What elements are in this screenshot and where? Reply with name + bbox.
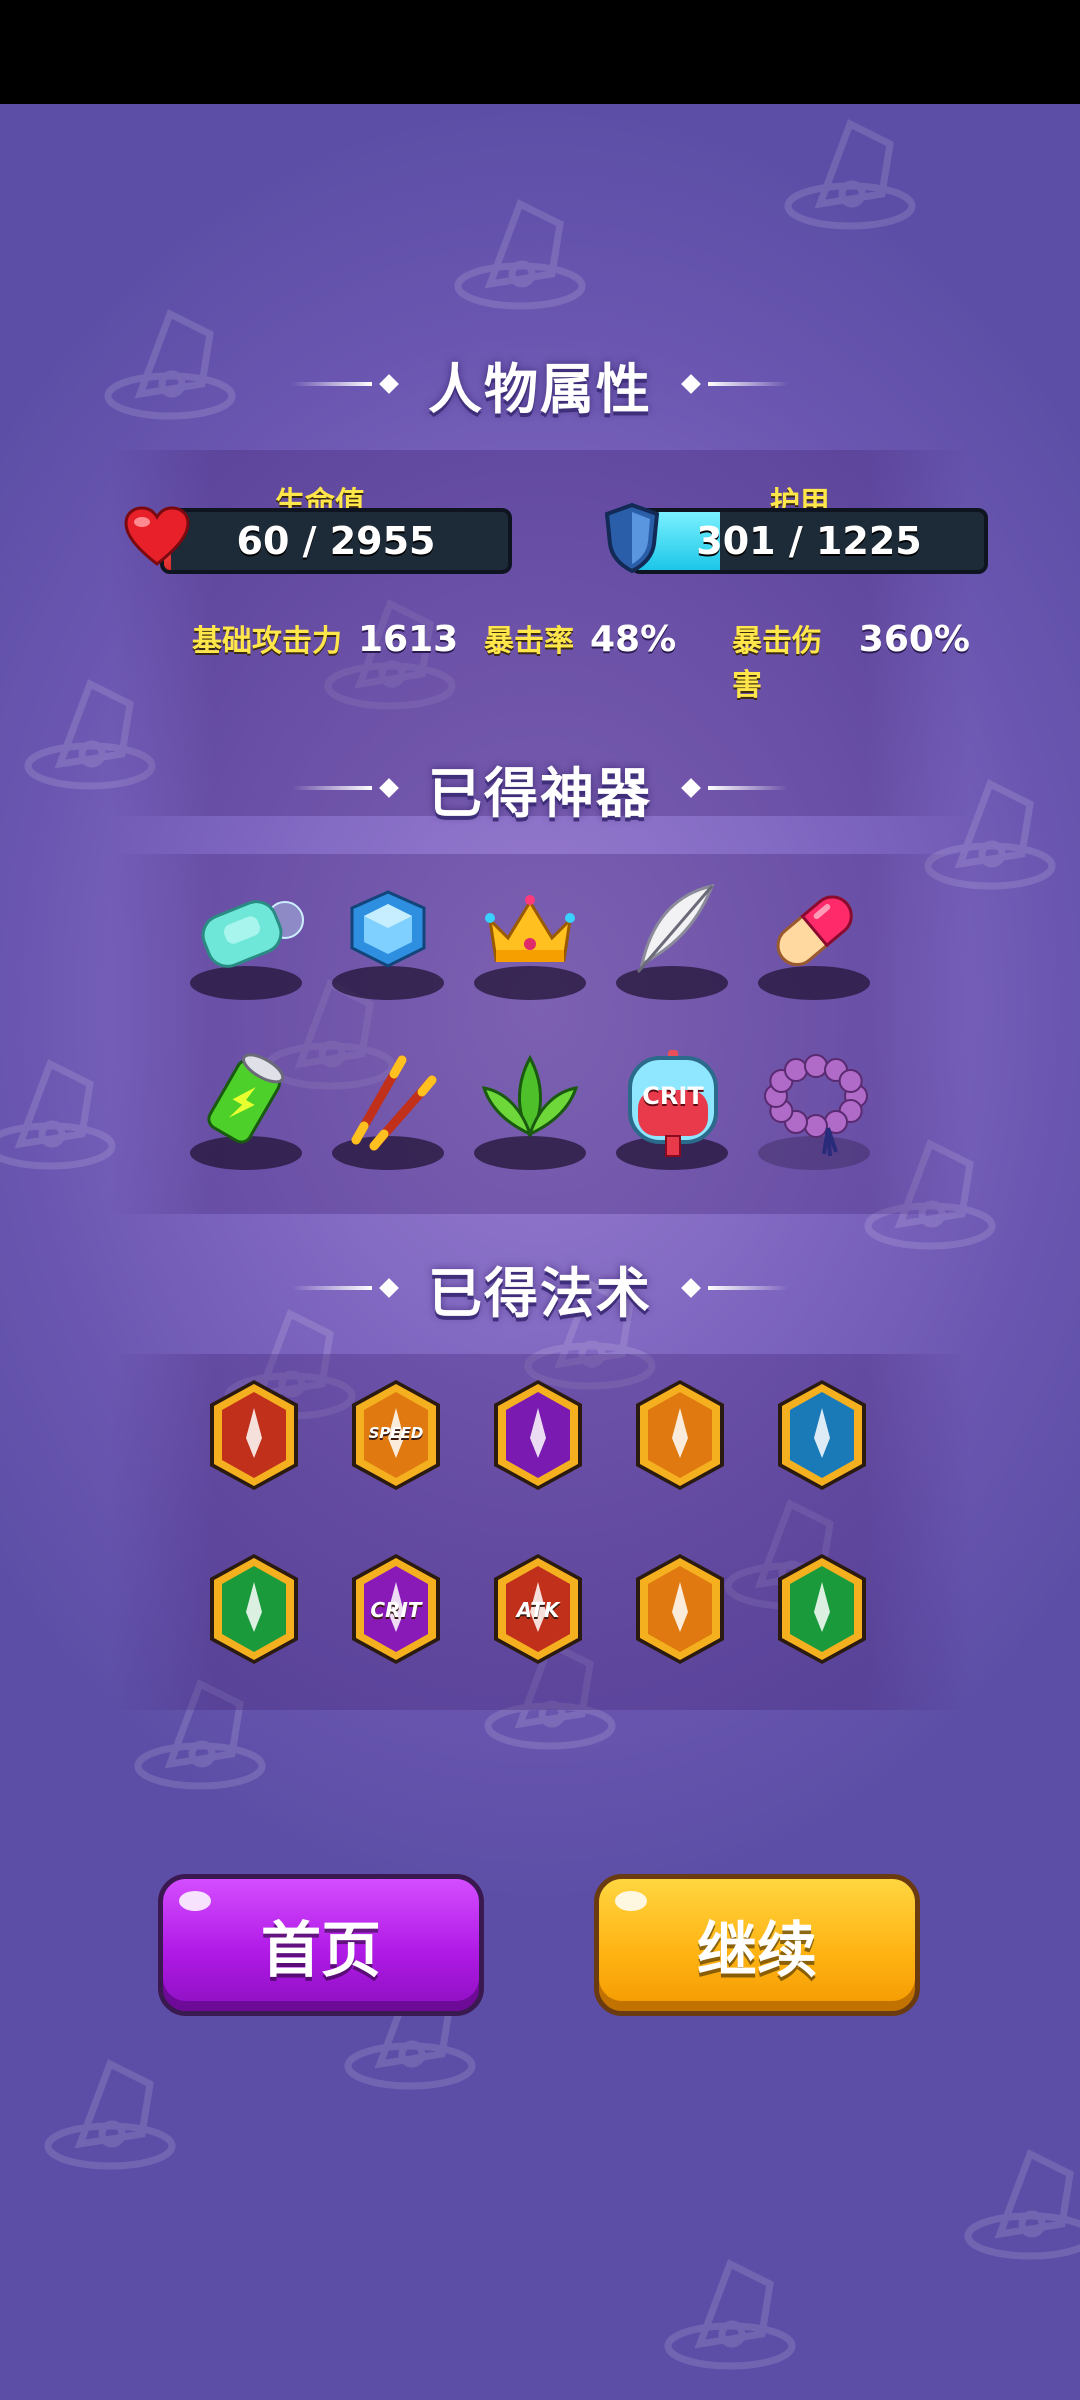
title-ornament-right xyxy=(674,778,788,798)
gem-icon xyxy=(350,890,426,968)
title-ornament-left xyxy=(292,1278,406,1298)
spell-purple-flame[interactable] xyxy=(490,1378,586,1494)
button-shine xyxy=(615,1891,647,1911)
stat-label: 暴击率 xyxy=(484,624,574,659)
stat-label: 基础攻击力 xyxy=(192,624,342,659)
spell-crossed-swords[interactable] xyxy=(632,1552,728,1668)
artifact-pill-capsule[interactable] xyxy=(758,880,878,1000)
title-ornament-right xyxy=(674,1278,788,1298)
artifact-soap-bar[interactable] xyxy=(190,880,310,1000)
artifact-blue-gem[interactable] xyxy=(332,880,452,1000)
spell-badge-icon xyxy=(636,1554,724,1664)
artifact-battery[interactable] xyxy=(190,1050,310,1170)
home-button-label: 首页 xyxy=(261,1915,381,1986)
spell-atk-up[interactable]: ATK xyxy=(490,1552,586,1668)
artifacts-title-row: 已得神器 xyxy=(0,748,1080,828)
armor-value: 301 / 1225 xyxy=(696,519,922,563)
spell-skull-arrow[interactable] xyxy=(206,1552,302,1668)
heart-icon xyxy=(124,506,190,566)
stat-base-attack: 基础攻击力 1613 xyxy=(192,616,458,660)
spells-title-row: 已得法术 xyxy=(0,1248,1080,1328)
crit-potion-label: CRIT xyxy=(642,1082,704,1110)
stat-value: 1613 xyxy=(358,619,459,660)
spells-title: 已得法术 xyxy=(428,1261,652,1325)
title-ornament-left xyxy=(292,374,406,394)
spell-triple-shot[interactable] xyxy=(632,1378,728,1494)
spell-label: CRIT xyxy=(370,1598,422,1622)
artifact-green-herb[interactable] xyxy=(474,1050,594,1170)
artifacts-title: 已得神器 xyxy=(428,761,652,825)
chopsticks-icon xyxy=(351,1055,437,1151)
herb-icon xyxy=(481,1054,579,1137)
game-result-screen: 人物属性 生命值 60 / 2955 护甲 301 / 1225 基础攻击力 1… xyxy=(0,104,1080,2400)
shield-icon xyxy=(604,502,660,574)
title-ornament-right xyxy=(674,374,788,394)
continue-button[interactable]: 继续 xyxy=(594,1874,920,2016)
spells-panel: SPEED CRIT ATK xyxy=(110,1354,970,1710)
spell-twin-claw[interactable] xyxy=(206,1378,302,1494)
home-button[interactable]: 首页 xyxy=(158,1874,484,2016)
spell-badge-icon xyxy=(210,1554,298,1664)
artifact-golden-crown[interactable] xyxy=(474,880,594,1000)
attributes-title-row: 人物属性 xyxy=(0,344,1080,424)
title-ornament-left xyxy=(292,778,406,798)
attributes-title: 人物属性 xyxy=(428,357,652,421)
artifact-prayer-beads[interactable] xyxy=(758,1050,878,1170)
artifact-feather[interactable] xyxy=(616,880,736,1000)
health-value: 60 / 2955 xyxy=(236,519,436,563)
artifacts-panel: CRIT xyxy=(110,854,970,1214)
crown-icon xyxy=(485,895,575,962)
stat-label: 暴击伤害 xyxy=(732,624,822,703)
armor-bar: 301 / 1225 xyxy=(630,508,988,574)
continue-button-label: 继续 xyxy=(697,1915,817,1986)
artifact-crit-potion[interactable]: CRIT xyxy=(616,1050,736,1170)
spell-badge-icon xyxy=(778,1554,866,1664)
spell-label: SPEED xyxy=(368,1424,424,1442)
spell-badge-icon xyxy=(494,1380,582,1490)
prayer-beads-icon xyxy=(764,1054,868,1157)
artifact-red-chopsticks[interactable] xyxy=(332,1050,452,1170)
button-shine xyxy=(179,1891,211,1911)
battery-icon xyxy=(207,1053,285,1144)
stat-value: 48% xyxy=(590,619,677,660)
feather-icon xyxy=(636,883,715,973)
spell-badge-icon xyxy=(636,1380,724,1490)
stat-crit-rate: 暴击率 48% xyxy=(484,616,676,660)
spell-crit-burst[interactable]: CRIT xyxy=(348,1552,444,1668)
soap-icon xyxy=(201,900,304,968)
pill-icon xyxy=(776,895,853,967)
spell-speed-arrow[interactable]: SPEED xyxy=(348,1378,444,1494)
spell-label: ATK xyxy=(516,1598,560,1622)
spell-badge-icon xyxy=(210,1380,298,1490)
spell-badge-icon xyxy=(778,1380,866,1490)
spell-split-shot[interactable] xyxy=(774,1378,870,1494)
spell-sheep[interactable] xyxy=(774,1552,870,1668)
health-bar: 60 / 2955 xyxy=(160,508,512,574)
stat-value: 360% xyxy=(858,619,970,660)
stat-crit-damage: 暴击伤害 360% xyxy=(732,616,970,704)
